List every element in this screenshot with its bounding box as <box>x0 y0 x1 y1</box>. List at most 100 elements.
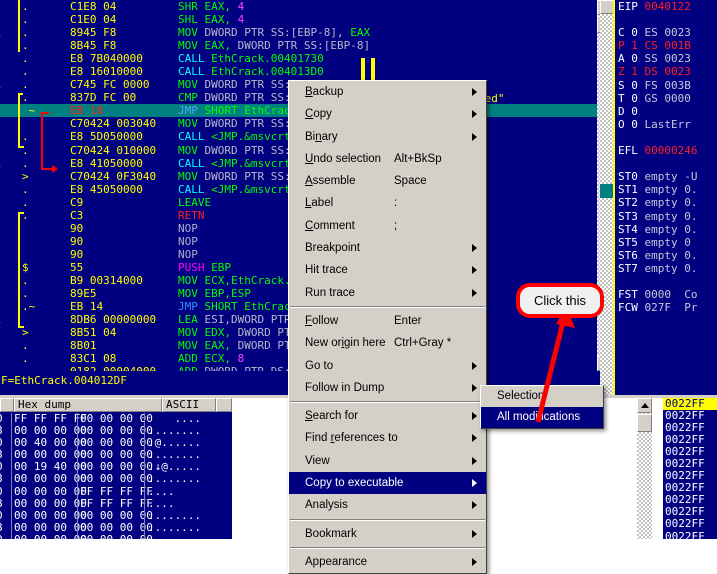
register-row[interactable]: S 0 FS 003B <box>615 79 717 92</box>
menu-item-bookmark[interactable]: Bookmark <box>289 523 486 545</box>
menu-item-search-for[interactable]: Search for <box>289 405 486 427</box>
register-row[interactable]: C 0 ES 0023 <box>615 26 717 39</box>
submenu-arrow-icon <box>472 266 477 274</box>
menu-item-assemble[interactable]: AssembleSpace <box>289 170 486 192</box>
register-row[interactable]: ST2 empty 0. <box>615 196 717 209</box>
register-row[interactable]: ST3 empty 0. <box>615 210 717 223</box>
disasm-instruction: CALL EthCrack.00401730 <box>178 52 324 65</box>
register-row[interactable]: Z 1 DS 0023 <box>615 65 717 78</box>
menu-separator <box>290 306 485 308</box>
stack-panel[interactable]: 0022FF0022FF0022FF0022FF0022FF0022FF0022… <box>663 398 717 539</box>
register-row[interactable]: ST1 empty 0. <box>615 183 717 196</box>
register-row[interactable] <box>615 13 717 26</box>
disasm-mnemonic: MOV <box>178 274 198 287</box>
disasm-row[interactable]: 0. E8 7B040000CALL EthCrack.00401730 <box>0 52 612 65</box>
stack-row[interactable]: 0022FF <box>663 518 717 530</box>
register-row[interactable]: O 0 LastErr <box>615 118 717 131</box>
register-row[interactable]: EIP 0040122 <box>615 0 717 13</box>
disasm-opcode-bytes: 8DB6 00000000 <box>70 313 178 326</box>
register-row[interactable]: EFL 00000246 <box>615 144 717 157</box>
register-row[interactable]: P 1 CS 001B <box>615 39 717 52</box>
disasm-marker: . <box>22 196 74 209</box>
disasm-operand: EDX, <box>205 326 232 339</box>
disasm-row[interactable]: D. 8B45 F8MOV EAX, DWORD PTR SS:[EBP-8] <box>0 39 612 52</box>
menu-item-view[interactable]: View <box>289 450 486 472</box>
menu-item-follow-in-dump[interactable]: Follow in Dump <box>289 377 486 399</box>
stack-row[interactable]: 0022FF <box>663 531 717 539</box>
menu-item-new-origin-here[interactable]: New origin hereCtrl+Gray * <box>289 332 486 354</box>
menu-item-accelerator: Space <box>394 170 427 192</box>
disasm-row[interactable]: 7. C1E0 04SHL EAX, 4 <box>0 13 612 26</box>
disasm-mnemonic: CALL <box>178 52 205 65</box>
menu-item-label: Copy to executable <box>305 477 403 489</box>
menu-item-hit-trace[interactable]: Hit trace <box>289 259 486 281</box>
disasm-address: A <box>0 157 24 170</box>
menu-item-breakpoint[interactable]: Breakpoint <box>289 237 486 259</box>
disasm-row[interactable]: 5. E8 16010000CALL EthCrack.004013D0 <box>0 65 612 78</box>
register-row[interactable] <box>615 275 717 288</box>
submenu-arrow-icon <box>472 133 477 141</box>
submenu-item-selection[interactable]: Selection <box>481 386 603 407</box>
menu-item-copy-to-executable[interactable]: Copy to executable <box>289 472 486 494</box>
disasm-marker: > <box>22 326 74 339</box>
disasm-address: 0 <box>0 52 24 65</box>
menu-item-copy[interactable]: Copy <box>289 103 486 125</box>
hex-dump-row[interactable]: 800 00 00 00FF FF FF FF.... <box>0 498 232 510</box>
menu-item-comment[interactable]: Comment; <box>289 215 486 237</box>
register-value: SS 0023 <box>645 52 691 65</box>
hex-dump-row[interactable]: 000 00 00 0000 00 00 00........ <box>0 534 232 539</box>
bracket-segment <box>18 0 20 52</box>
hex-dump-row[interactable]: 000 00 00 00FF FF FF FF.... <box>0 486 232 498</box>
header-ascii[interactable]: ASCII <box>162 398 216 412</box>
disasm-row[interactable]: 4. C1E8 04SHR EAX, 4 <box>0 0 612 13</box>
register-row[interactable]: ST7 empty 0. <box>615 262 717 275</box>
menu-item-label[interactable]: Label: <box>289 192 486 214</box>
disasm-opcode-bytes: C70424 0F3040 <box>70 170 178 183</box>
register-row[interactable]: FCW 027F Pr <box>615 301 717 314</box>
context-menu[interactable]: BackupCopyBinaryUndo selectionAlt+BkSpAs… <box>288 80 487 574</box>
menu-item-backup[interactable]: Backup <box>289 81 486 103</box>
header-hexdump[interactable]: Hex dump <box>14 398 162 412</box>
disasm-opcode-bytes: B9 00314000 <box>70 274 178 287</box>
hex-dump-row[interactable]: 800 00 00 0000 00 00 00........ <box>0 473 232 485</box>
disasm-row[interactable]: A. 8945 F8MOV DWORD PTR SS:[EBP-8], EAX <box>0 26 612 39</box>
stack-scrollbar[interactable] <box>637 398 652 539</box>
menu-item-label: Comment <box>305 220 355 232</box>
stack-scroll-thumb[interactable] <box>637 414 652 432</box>
menu-item-find-references-to[interactable]: Find references to <box>289 427 486 449</box>
disasm-instruction: RETN <box>178 209 205 222</box>
hex-dump-panel[interactable]: Hex dump ASCII 0FF FF FF FF00 00 00 00 .… <box>0 398 232 539</box>
menu-item-appearance[interactable]: Appearance <box>289 551 486 573</box>
header-extra[interactable] <box>216 398 232 412</box>
submenu-arrow-icon <box>472 434 477 442</box>
register-row[interactable]: T 0 GS 0000 <box>615 92 717 105</box>
menu-item-go-to[interactable]: Go to <box>289 355 486 377</box>
register-row[interactable]: ST5 empty 0 <box>615 236 717 249</box>
stack-scroll-up-button[interactable] <box>637 398 652 413</box>
submenu-item-all-modifications[interactable]: All modifications <box>481 407 603 428</box>
menu-item-run-trace[interactable]: Run trace <box>289 282 486 304</box>
submenu-arrow-icon <box>472 501 477 509</box>
hex-dump-bytes: 00 00 00 00 <box>14 534 87 539</box>
register-row[interactable]: D 0 <box>615 105 717 118</box>
register-row[interactable]: A 0 SS 0023 <box>615 52 717 65</box>
register-row[interactable] <box>615 131 717 144</box>
copy-to-executable-submenu[interactable]: SelectionAll modifications <box>480 385 604 429</box>
register-value: CS 001B <box>645 39 691 52</box>
menu-item-analysis[interactable]: Analysis <box>289 494 486 516</box>
header-gutter[interactable] <box>0 398 14 412</box>
register-row[interactable]: FST 0000 Co <box>615 288 717 301</box>
disasm-mnemonic: MOV <box>178 170 198 183</box>
disasm-instruction: NOP <box>178 222 198 235</box>
menu-item-binary[interactable]: Binary <box>289 126 486 148</box>
registers-panel[interactable]: EIP 0040122 C 0 ES 0023P 1 CS 001BA 0 SS… <box>615 0 717 395</box>
register-row[interactable]: ST0 empty -U <box>615 170 717 183</box>
disasm-address: 5 <box>0 104 24 117</box>
disasm-marker: . <box>22 13 74 26</box>
register-row[interactable]: ST6 empty 0. <box>615 249 717 262</box>
register-row[interactable] <box>615 157 717 170</box>
register-row[interactable]: ST4 empty 0. <box>615 223 717 236</box>
menu-item-follow[interactable]: FollowEnter <box>289 310 486 332</box>
hex-dump-address: 8 <box>0 473 3 485</box>
menu-item-undo-selection[interactable]: Undo selectionAlt+BkSp <box>289 148 486 170</box>
